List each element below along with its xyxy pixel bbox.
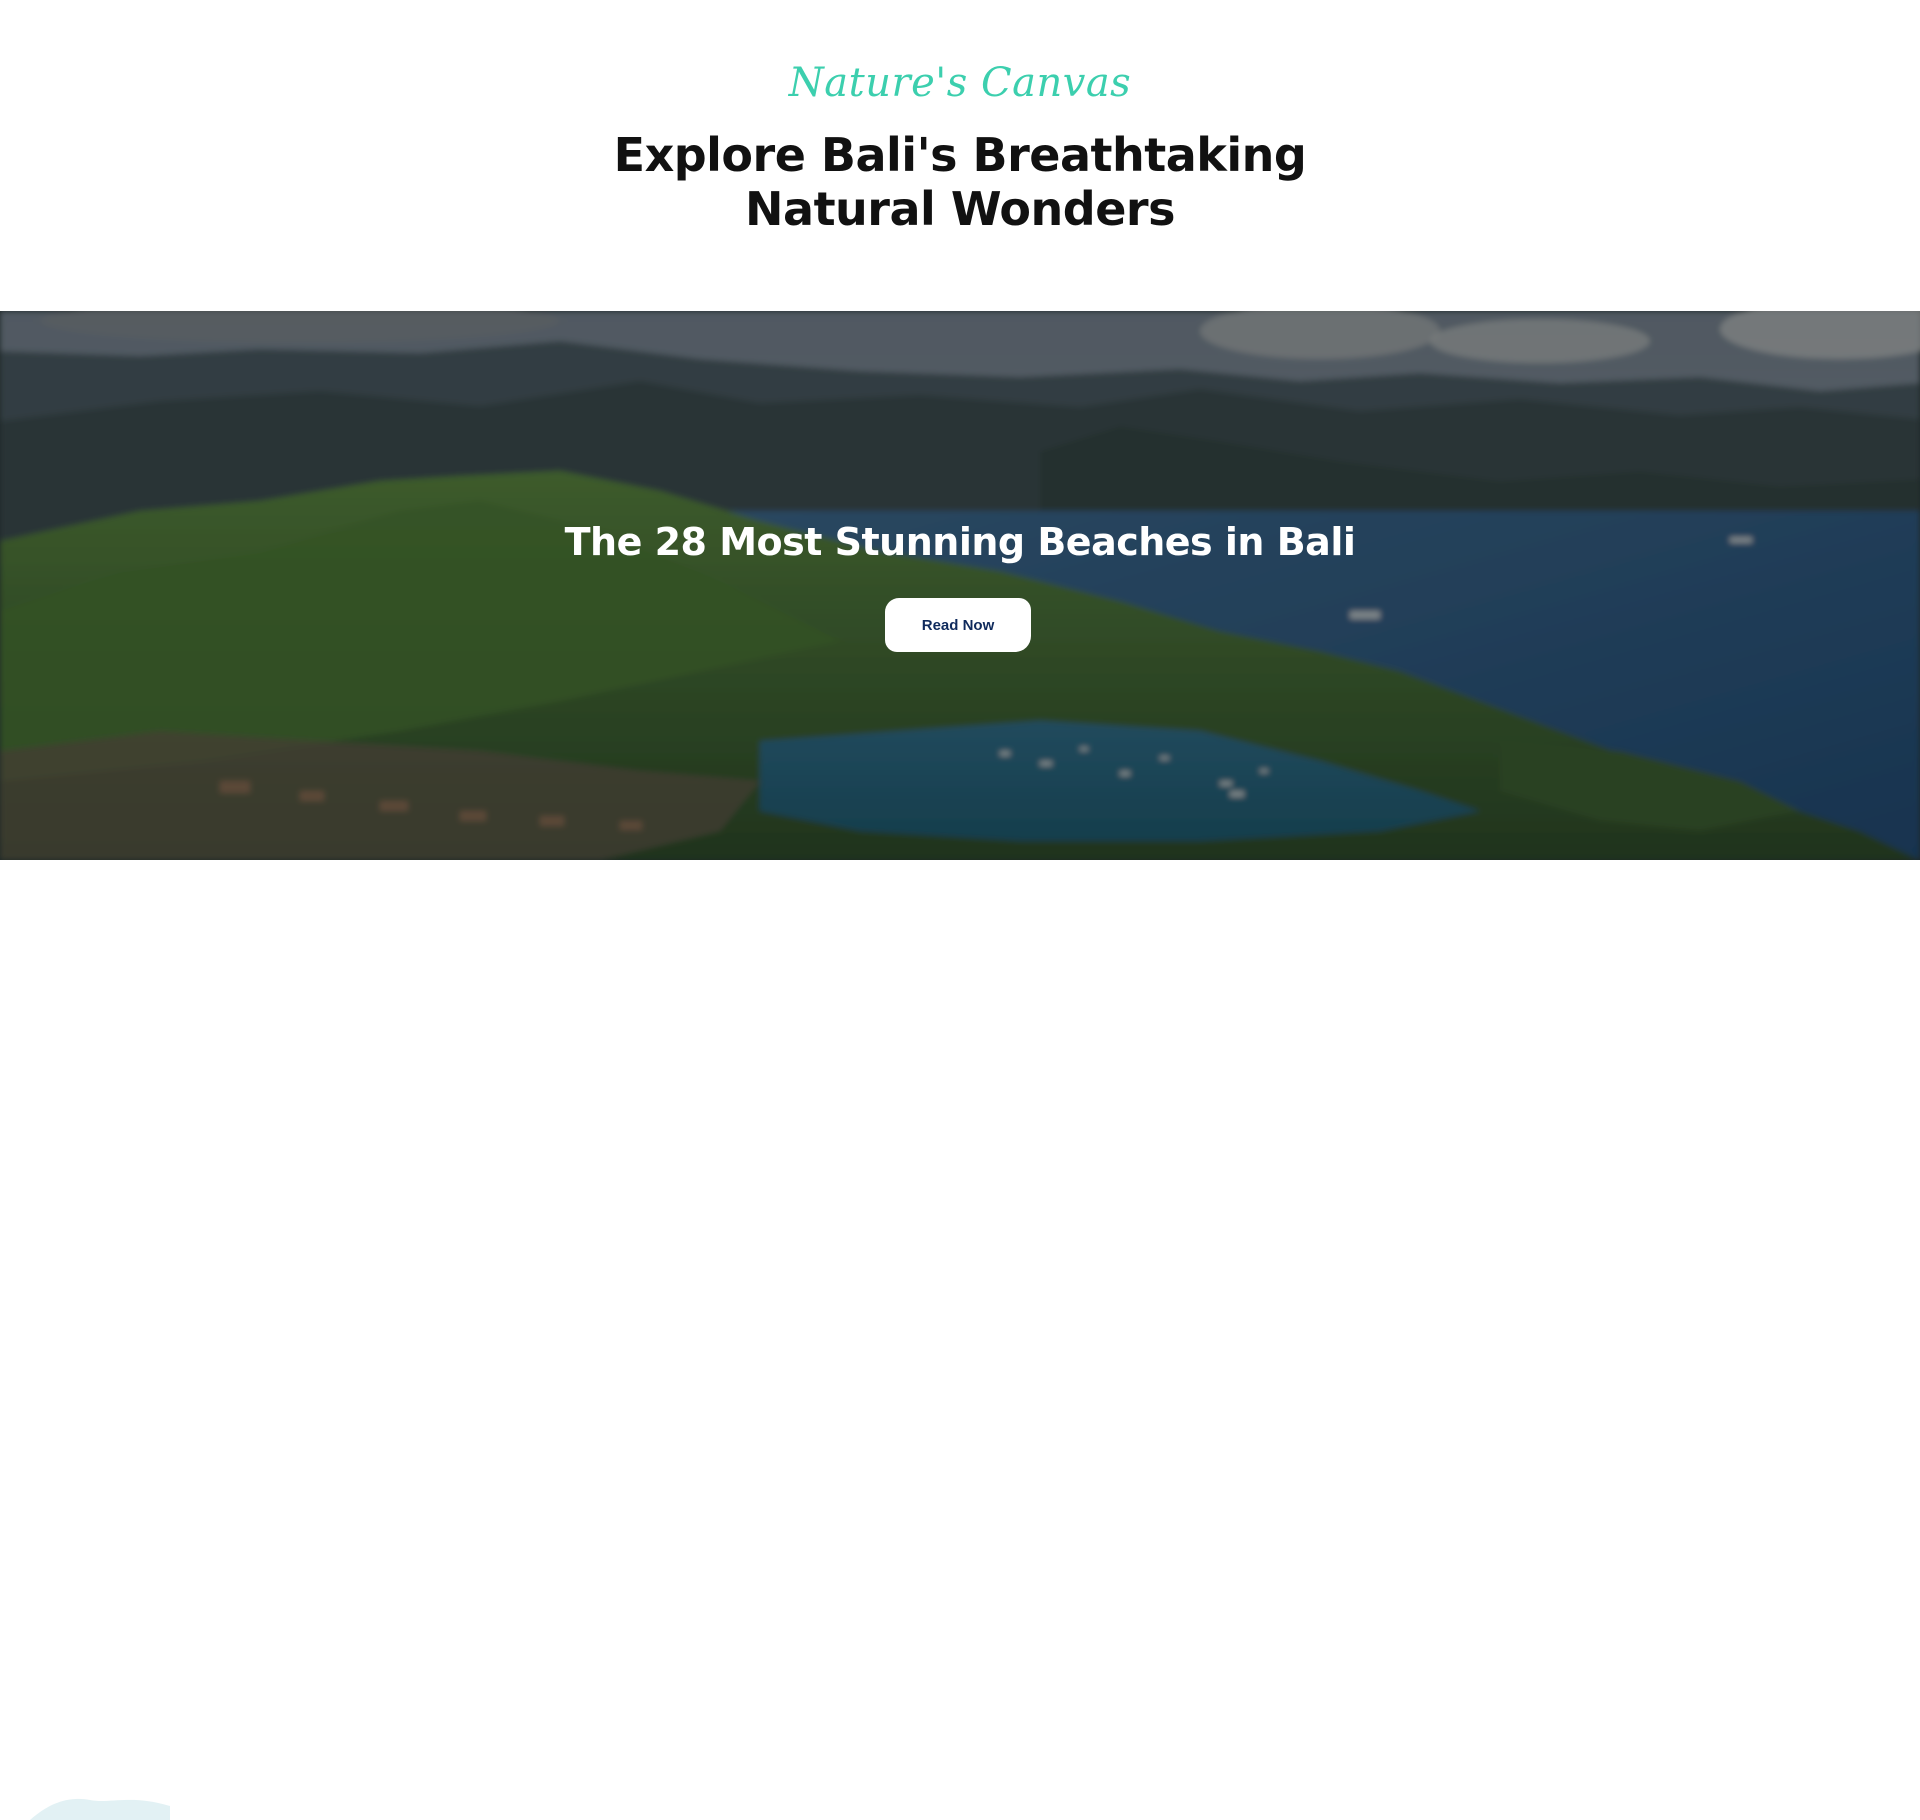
next-section	[0, 860, 1920, 1820]
hero-title: The 28 Most Stunning Beaches in Bali	[564, 520, 1356, 564]
intro-section: Nature's Canvas Explore Bali's Breathtak…	[0, 0, 1920, 311]
hero-dark-overlay	[0, 311, 1920, 860]
partial-image-peek	[30, 1798, 170, 1820]
hero-banner: The 28 Most Stunning Beaches in Bali Rea…	[0, 311, 1920, 860]
section-eyebrow: Nature's Canvas	[788, 60, 1132, 106]
section-headline: Explore Bali's Breathtaking Natural Wond…	[613, 128, 1307, 236]
read-now-button[interactable]: Read Now	[885, 598, 1031, 652]
